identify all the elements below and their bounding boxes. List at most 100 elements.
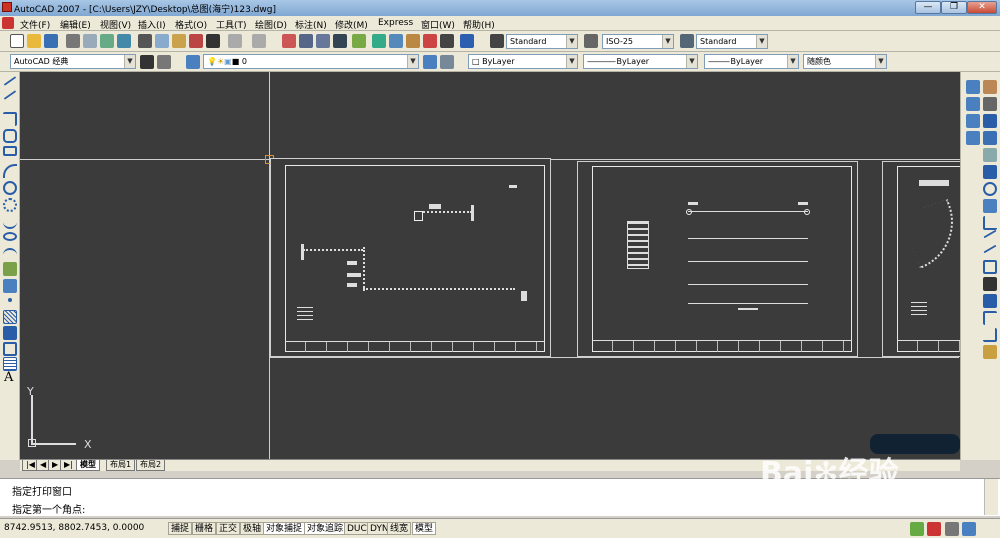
menu-format[interactable]: 格式(O)	[175, 18, 207, 31]
insert-block-icon[interactable]	[3, 262, 17, 276]
ellipse-arc-icon[interactable]	[3, 248, 17, 262]
tab-layout2[interactable]: 布局2	[136, 460, 166, 471]
redo-icon[interactable]	[252, 34, 266, 48]
array-icon[interactable]	[966, 114, 980, 128]
fillet-icon[interactable]	[983, 260, 997, 274]
model-toggle[interactable]: 模型	[412, 522, 437, 535]
sheet-set-icon[interactable]	[406, 34, 420, 48]
undo-icon[interactable]	[228, 34, 242, 48]
copy-icon[interactable]	[155, 34, 169, 48]
tray-settings-icon[interactable]	[945, 522, 959, 536]
maximize-button[interactable]: ❐	[941, 1, 967, 14]
linetype-select[interactable]: ———— ByLayer ▼	[583, 54, 698, 69]
trim-icon[interactable]	[983, 165, 997, 179]
menu-draw[interactable]: 绘图(D)	[255, 18, 287, 31]
circle-icon[interactable]	[3, 181, 17, 195]
clean-screen-icon[interactable]	[962, 522, 976, 536]
multiline-text-icon[interactable]: A	[4, 370, 13, 385]
block-editor-icon[interactable]	[206, 34, 220, 48]
lock-icon[interactable]	[927, 522, 941, 536]
save-icon[interactable]	[44, 34, 58, 48]
extend-icon[interactable]	[983, 182, 997, 196]
mirror-icon[interactable]	[966, 97, 980, 111]
layer-select[interactable]: 💡☀▣■ 0 ▼	[203, 54, 419, 69]
menu-file[interactable]: 文件(F)	[20, 18, 50, 31]
table-icon[interactable]	[3, 357, 17, 371]
menu-edit[interactable]: 编辑(E)	[60, 18, 91, 31]
properties-painter-icon[interactable]	[983, 345, 997, 359]
table-style-select[interactable]: Standard ▼	[696, 34, 768, 49]
publish-icon[interactable]	[100, 34, 114, 48]
menu-tools[interactable]: 工具(T)	[216, 18, 247, 31]
autocad-app-icon[interactable]	[2, 2, 12, 12]
align-icon[interactable]	[983, 311, 997, 325]
make-current-layer-icon[interactable]	[423, 55, 437, 69]
region-icon[interactable]	[3, 342, 17, 356]
snap-toggle[interactable]: 捕捉	[168, 522, 193, 535]
join-icon[interactable]	[983, 229, 997, 239]
markup-icon[interactable]	[423, 34, 437, 48]
zoom-realtime-icon[interactable]	[299, 34, 313, 48]
osnap-toggle[interactable]: 对象捕捉	[263, 522, 306, 535]
chamfer-icon[interactable]	[983, 244, 997, 254]
lineweight-select[interactable]: ——— ByLayer ▼	[704, 54, 799, 69]
layer-previous-icon[interactable]	[440, 55, 454, 69]
menu-view[interactable]: 视图(V)	[100, 18, 131, 31]
line-icon[interactable]	[3, 76, 17, 86]
design-center-icon[interactable]	[372, 34, 386, 48]
tool-palettes-icon[interactable]	[389, 34, 403, 48]
zoom-previous-icon[interactable]	[333, 34, 347, 48]
tab-model[interactable]: 模型	[76, 460, 100, 471]
menu-help[interactable]: 帮助(H)	[463, 18, 495, 31]
rectangle-icon[interactable]	[3, 146, 17, 156]
scale-icon[interactable]	[983, 131, 997, 145]
new-icon[interactable]	[10, 34, 24, 48]
erase-icon[interactable]	[983, 80, 997, 94]
break-at-point-icon[interactable]	[983, 199, 997, 213]
drawing-sheet-2[interactable]	[577, 161, 858, 357]
plotstyle-select[interactable]: 随颜色 ▼	[803, 54, 887, 69]
rotate-icon[interactable]	[966, 131, 980, 145]
table-style-icon[interactable]	[680, 34, 694, 48]
revision-cloud-icon[interactable]	[3, 198, 17, 212]
document-icon[interactable]	[2, 17, 14, 29]
dim-style-select[interactable]: ISO-25 ▼	[602, 34, 674, 49]
menu-window[interactable]: 窗口(W)	[421, 18, 455, 31]
drawing-sheet-3[interactable]	[882, 161, 960, 357]
tab-last[interactable]: ▶|	[60, 460, 77, 471]
color-select[interactable]: □ ByLayer ▼	[468, 54, 578, 69]
minimize-button[interactable]: —	[915, 1, 941, 14]
menu-dimension[interactable]: 标注(N)	[295, 18, 327, 31]
cut-icon[interactable]	[138, 34, 152, 48]
command-prompt[interactable]: 指定第一个角点:	[12, 501, 85, 516]
menu-express[interactable]: Express	[378, 18, 413, 28]
menu-modify[interactable]: 修改(M)	[335, 18, 368, 31]
make-block-icon[interactable]	[3, 279, 17, 293]
dim-style-icon[interactable]	[584, 34, 598, 48]
paste-icon[interactable]	[172, 34, 186, 48]
workspace-settings-icon[interactable]	[140, 55, 154, 69]
tab-layout1[interactable]: 布局1	[106, 460, 136, 471]
otrack-toggle[interactable]: 对象追踪	[304, 522, 347, 535]
point-icon[interactable]	[8, 298, 12, 302]
polar-toggle[interactable]: 极轴	[240, 522, 265, 535]
polyline-icon[interactable]	[3, 112, 17, 126]
explode-icon[interactable]	[983, 277, 997, 291]
coordinate-readout[interactable]: 8742.9513, 8802.7453, 0.0000	[4, 523, 144, 533]
workspace-select[interactable]: AutoCAD 经典 ▼	[10, 54, 136, 69]
text-style-select[interactable]: Standard ▼	[506, 34, 578, 49]
print-icon[interactable]	[66, 34, 80, 48]
break-icon[interactable]	[983, 216, 997, 230]
communication-center-icon[interactable]	[910, 522, 924, 536]
stretch-icon[interactable]	[983, 148, 997, 162]
open-icon[interactable]	[27, 34, 41, 48]
help-icon[interactable]	[460, 34, 474, 48]
lineweight-toggle[interactable]: 线宽	[387, 522, 412, 535]
construction-line-icon[interactable]	[3, 90, 17, 100]
text-style-icon[interactable]	[490, 34, 504, 48]
copy-object-icon[interactable]	[966, 80, 980, 94]
workspace-save-icon[interactable]	[157, 55, 171, 69]
arc-icon[interactable]	[3, 164, 17, 178]
print-preview-icon[interactable]	[83, 34, 97, 48]
move-icon[interactable]	[983, 114, 997, 128]
